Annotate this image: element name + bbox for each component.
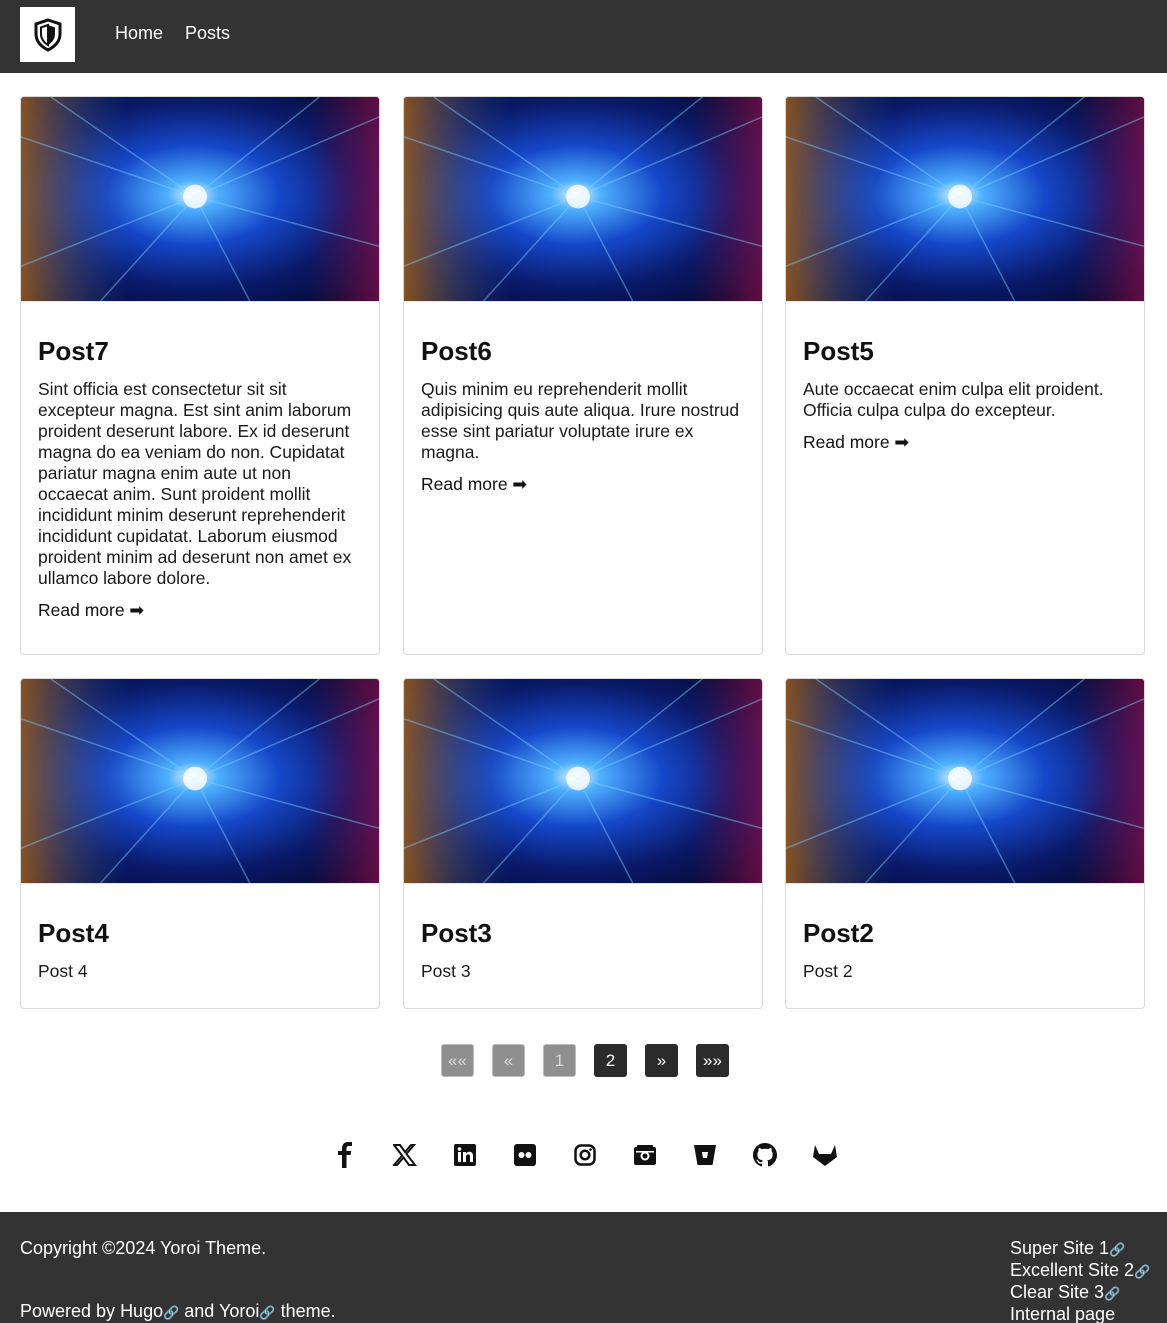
post-card: Post4 Post 4: [20, 678, 380, 1009]
powered-and: and: [179, 1301, 219, 1321]
external-link-icon: 🔗: [1109, 1242, 1126, 1257]
post-summary: Sint officia est consectetur sit sit exc…: [38, 379, 352, 588]
nav-home-link[interactable]: Home: [115, 23, 163, 44]
post-thumbnail[interactable]: [404, 97, 762, 302]
post-summary: Post 4: [38, 961, 88, 981]
pagination: «« «1 2»»»: [441, 1044, 729, 1077]
yoroi-link[interactable]: Yoroi🔗: [219, 1301, 276, 1321]
x-icon[interactable]: [391, 1138, 419, 1172]
powered-by-text: Powered by Hugo🔗 and Yoroi🔗 theme.: [20, 1301, 336, 1322]
post-card: Post3 Post 3: [403, 678, 763, 1009]
post-card: Post7 Sint officia est consectetur sit s…: [20, 96, 380, 655]
read-more-link[interactable]: Read more ➡: [421, 474, 527, 495]
post-thumbnail[interactable]: [404, 679, 762, 884]
instagram-icon[interactable]: [571, 1138, 599, 1172]
shield-icon: [34, 17, 61, 52]
external-link-icon: 🔗: [1104, 1286, 1121, 1301]
post-summary: Aute occaecat enim culpa elit proident. …: [803, 379, 1104, 420]
main-nav: Home Posts: [115, 23, 230, 44]
site-header: Home Posts: [0, 0, 1167, 73]
post-thumbnail[interactable]: [786, 679, 1144, 884]
post-title[interactable]: Post6: [421, 336, 745, 367]
bitbucket-icon[interactable]: [691, 1138, 719, 1172]
external-link-icon: 🔗: [1134, 1264, 1151, 1279]
flickr-icon[interactable]: [511, 1138, 539, 1172]
last-page-button[interactable]: »»: [696, 1044, 729, 1077]
page-1-button[interactable]: 1: [543, 1044, 576, 1077]
site-footer: Copyright ©2024 Yoroi Theme. Powered by …: [0, 1212, 1167, 1323]
footer-links: Super Site 1🔗 Excellent Site 2🔗 Clear Site…: [1010, 1238, 1150, 1323]
post-title[interactable]: Post7: [38, 336, 362, 367]
footer-link[interactable]: Excellent Site 2🔗: [1010, 1260, 1150, 1282]
footer-link[interactable]: Internal page: [1010, 1304, 1150, 1323]
next-page-button[interactable]: »: [645, 1044, 678, 1077]
post-thumbnail[interactable]: [21, 679, 379, 884]
linkedin-icon[interactable]: [451, 1138, 479, 1172]
post-summary: Post 3: [421, 961, 471, 981]
footer-link[interactable]: Super Site 1🔗: [1010, 1238, 1150, 1260]
post-title[interactable]: Post3: [421, 918, 745, 949]
post-title[interactable]: Post2: [803, 918, 1127, 949]
post-title[interactable]: Post4: [38, 918, 362, 949]
page-2-button[interactable]: 2: [594, 1044, 627, 1077]
post-title[interactable]: Post5: [803, 336, 1127, 367]
hugo-link[interactable]: Hugo🔗: [120, 1301, 179, 1321]
read-more-link[interactable]: Read more ➡: [803, 432, 909, 453]
external-link-icon: 🔗: [163, 1305, 180, 1320]
github-icon[interactable]: [751, 1138, 779, 1172]
copyright-text: Copyright ©2024 Yoroi Theme.: [20, 1238, 267, 1258]
powered-suffix: theme.: [275, 1301, 336, 1321]
post-card: Post2 Post 2: [785, 678, 1145, 1009]
gitlab-icon[interactable]: [811, 1138, 839, 1172]
facebook-icon[interactable]: [331, 1138, 359, 1172]
nav-posts-link[interactable]: Posts: [185, 23, 230, 44]
post-summary: Quis minim eu reprehenderit mollit adipi…: [421, 379, 740, 462]
first-page-button[interactable]: ««: [441, 1044, 474, 1077]
post-thumbnail[interactable]: [786, 97, 1144, 302]
post-card: Post6 Quis minim eu reprehenderit mollit…: [403, 96, 763, 655]
read-more-link[interactable]: Read more ➡: [38, 600, 144, 621]
social-links: [331, 1138, 839, 1172]
external-link-icon: 🔗: [259, 1305, 276, 1320]
site-logo[interactable]: [20, 7, 75, 62]
prev-page-button[interactable]: «: [492, 1044, 525, 1077]
post-thumbnail[interactable]: [21, 97, 379, 302]
post-summary: Post 2: [803, 961, 853, 981]
footer-link[interactable]: Clear Site 3🔗: [1010, 1282, 1150, 1304]
powered-prefix: Powered by: [20, 1301, 121, 1321]
camera-icon[interactable]: [631, 1138, 659, 1172]
post-card: Post5 Aute occaecat enim culpa elit proi…: [785, 96, 1145, 655]
